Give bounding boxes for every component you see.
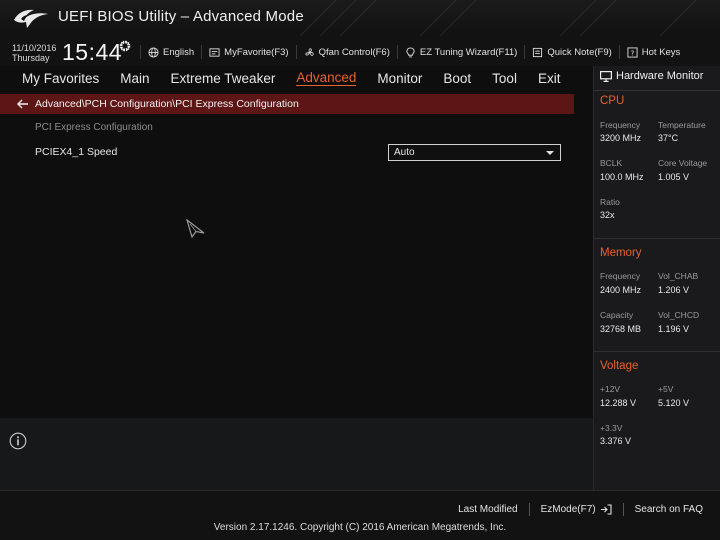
note-icon: [533, 47, 543, 57]
hot-keys-button[interactable]: ? Hot Keys: [618, 45, 688, 59]
info-bar: 11/10/2016 Thursday 15:44 English MyFavo…: [0, 36, 720, 66]
hardware-monitor-title: Hardware Monitor: [616, 70, 704, 82]
memory-frequency-value: 2400 MHz: [600, 285, 642, 295]
pciex4-speed-value: Auto: [394, 147, 415, 158]
help-icon: ?: [627, 46, 638, 58]
language-label: English: [163, 46, 195, 58]
hardware-monitor-panel: Hardware Monitor CPU Frequency Temperatu…: [593, 66, 720, 490]
help-area: [0, 418, 593, 490]
cpu-section-title: CPU: [600, 95, 625, 107]
tab-monitor[interactable]: Monitor: [377, 71, 422, 86]
section-label: PCI Express Configuration: [35, 122, 153, 133]
cpu-temperature-value: 37°C: [658, 133, 679, 143]
memory-vol-chab-value: 1.206 V: [658, 285, 690, 295]
pciex4-speed-select[interactable]: Auto: [388, 144, 561, 161]
breadcrumb-path: Advanced\PCH Configuration\PCI Express C…: [35, 98, 299, 110]
divider: [594, 351, 720, 352]
divider: [594, 238, 720, 239]
tab-main[interactable]: Main: [120, 71, 149, 86]
gear-icon[interactable]: [118, 39, 132, 53]
settings-panel: PCI Express Configuration PCIEX4_1 Speed…: [0, 114, 574, 418]
voltage-section-title: Voltage: [600, 360, 639, 372]
voltage-5v-value: 5.120 V: [658, 398, 690, 408]
memory-frequency-label: Frequency: [600, 271, 641, 281]
voltage-3v3-value: 3.376 V: [600, 436, 632, 446]
quick-note-button[interactable]: Quick Note(F9): [524, 45, 618, 59]
tab-advanced[interactable]: Advanced: [296, 70, 357, 86]
memory-capacity-label: Capacity: [600, 310, 634, 320]
last-modified-button[interactable]: Last Modified: [447, 503, 528, 516]
last-modified-label: Last Modified: [458, 504, 518, 515]
info-icon: [9, 432, 27, 450]
hardware-monitor-header: Hardware Monitor: [600, 70, 703, 82]
exit-arrow-icon: [600, 504, 612, 515]
ezmode-button[interactable]: EzMode(F7): [528, 503, 623, 516]
cpu-ratio-label: Ratio: [600, 197, 620, 207]
qfan-control-button[interactable]: Qfan Control(F6): [295, 45, 397, 59]
qfan-control-label: Qfan Control(F6): [318, 46, 390, 58]
cpu-frequency-value: 3200 MHz: [600, 133, 642, 143]
voltage-5v-label: +5V: [658, 384, 674, 394]
version-text: Version 2.17.1246. Copyright (C) 2016 Am…: [213, 522, 507, 533]
bulb-icon: [406, 46, 415, 57]
memory-vol-chcd-value: 1.196 V: [658, 324, 690, 334]
fan-icon: [304, 47, 314, 56]
mouse-cursor-icon: [186, 219, 205, 239]
date: 11/10/2016: [12, 43, 57, 53]
cpu-frequency-label: Frequency: [600, 120, 641, 130]
cpu-bclk-label: BCLK: [600, 158, 623, 168]
ez-tuning-wizard-button[interactable]: EZ Tuning Wizard(F11): [396, 45, 525, 59]
main-menu: My Favorites Main Extreme Tweaker Advanc…: [0, 66, 593, 90]
monitor-icon: [600, 70, 612, 82]
divider: [594, 90, 720, 91]
date-display: 11/10/2016 Thursday: [12, 43, 56, 63]
chevron-down-icon: [546, 151, 554, 155]
pciex4-speed-label: PCIEX4_1 Speed: [35, 146, 118, 158]
app-title: UEFI BIOS Utility – Advanced Mode: [58, 8, 304, 25]
voltage-3v3-label: +3.3V: [600, 423, 623, 433]
voltage-12v-value: 12.288 V: [600, 398, 637, 408]
tab-my-favorites[interactable]: My Favorites: [22, 71, 99, 86]
myfavorite-button[interactable]: MyFavorite(F3): [201, 45, 295, 59]
breadcrumb[interactable]: Advanced\PCH Configuration\PCI Express C…: [0, 94, 574, 114]
ezmode-label: EzMode(F7): [540, 504, 596, 515]
clock-time: 15:44: [62, 39, 123, 65]
cpu-core-voltage-value: 1.005 V: [658, 172, 690, 182]
title-decoration: [300, 0, 697, 36]
cpu-temperature-label: Temperature: [658, 120, 706, 130]
info-bar-items: English MyFavorite(F3) Qfan Control(F6) …: [140, 44, 687, 60]
memory-vol-chcd-label: Vol_CHCD: [658, 310, 700, 320]
voltage-12v-label: +12V: [600, 384, 621, 394]
memory-capacity-value: 32768 MB: [600, 324, 642, 334]
tab-exit[interactable]: Exit: [538, 71, 561, 86]
search-faq-label: Search on FAQ: [634, 504, 703, 515]
bottom-bar: Last Modified EzMode(F7) Search on FAQ V…: [0, 490, 720, 540]
search-faq-button[interactable]: Search on FAQ: [622, 503, 714, 516]
hot-keys-label: Hot Keys: [641, 46, 681, 58]
quick-note-label: Quick Note(F9): [547, 46, 612, 58]
tab-boot[interactable]: Boot: [443, 71, 471, 86]
favorite-icon: [209, 47, 220, 57]
svg-text:?: ?: [630, 48, 634, 57]
memory-section-title: Memory: [600, 247, 642, 259]
tab-tool[interactable]: Tool: [492, 71, 517, 86]
cpu-core-voltage-label: Core Voltage: [658, 158, 708, 168]
ez-tuning-wizard-label: EZ Tuning Wizard(F11): [419, 46, 518, 58]
language-button[interactable]: English: [140, 45, 201, 59]
tab-extreme-tweaker[interactable]: Extreme Tweaker: [171, 71, 276, 86]
memory-vol-chab-label: Vol_CHAB: [658, 271, 699, 281]
title-bar: UEFI BIOS Utility – Advanced Mode: [0, 0, 720, 36]
bottom-links: Last Modified EzMode(F7) Search on FAQ: [447, 503, 714, 516]
myfavorite-label: MyFavorite(F3): [224, 46, 289, 58]
cpu-bclk-value: 100.0 MHz: [600, 172, 644, 182]
rog-logo-icon: [14, 9, 48, 28]
day: Thursday: [12, 53, 50, 63]
cpu-ratio-value: 32x: [600, 210, 615, 220]
globe-icon: [148, 46, 159, 58]
back-arrow-icon[interactable]: [17, 99, 29, 109]
